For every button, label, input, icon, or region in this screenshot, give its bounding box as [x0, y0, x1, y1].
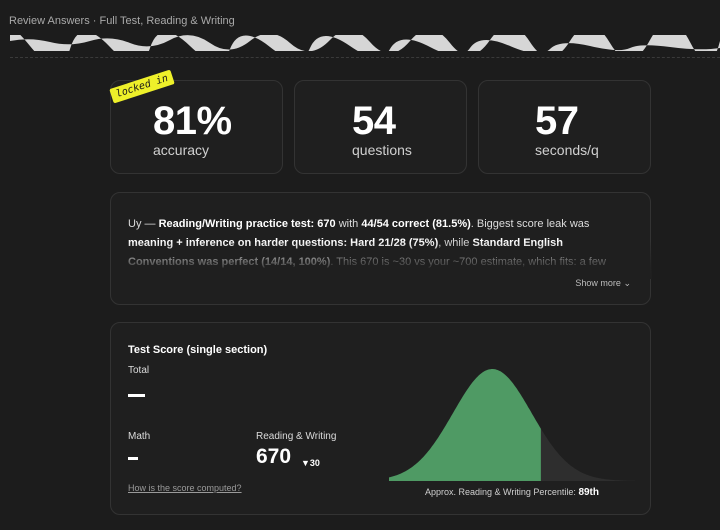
questions-label: questions — [352, 142, 412, 158]
summary-segment: Uy — — [128, 218, 159, 230]
percentile-value: 89th — [578, 487, 599, 498]
chevron-down-icon: ⌄ — [623, 278, 631, 288]
summary-card: Uy — Reading/Writing practice test: 670 … — [110, 192, 652, 305]
seconds-value: 57 — [535, 99, 579, 143]
total-label: Total — [128, 365, 150, 376]
summary-segment: 44/54 correct (81.5%) — [361, 218, 471, 230]
accuracy-value: 81% — [153, 99, 232, 143]
stat-card-questions: 54 questions — [294, 80, 467, 174]
rw-delta: ▼30 — [301, 458, 320, 468]
show-more-button[interactable]: Show more ⌄ — [575, 278, 631, 289]
summary-segment: Reading/Writing practice test: 670 — [158, 218, 336, 230]
percentile-caption: Approx. Reading & Writing Percentile: 89… — [425, 487, 599, 498]
questions-value: 54 — [352, 99, 396, 143]
top-bar: Review Answers · Full Test, Reading & Wr… — [0, 0, 720, 58]
math-empty-dash — [128, 457, 138, 460]
how-score-computed-link[interactable]: How is the score computed? — [128, 483, 242, 493]
summary-segment: . Biggest score leak was — [470, 218, 590, 230]
accuracy-label: accuracy — [153, 142, 210, 158]
math-label: Math — [128, 431, 151, 442]
rw-label: Reading & Writing — [256, 431, 337, 442]
total-empty-dash — [128, 394, 145, 397]
summary-segment: , while — [438, 237, 473, 249]
summary-segment: meaning + inference on harder questions:… — [128, 237, 439, 249]
percentile-curve — [389, 369, 635, 481]
header-divider — [10, 57, 720, 58]
show-more-label: Show more — [575, 278, 621, 288]
percentile-curve-rest — [540, 428, 635, 481]
summary-segment: was perfect (14/14, 100%) — [194, 256, 331, 268]
percentile-label: Approx. Reading & Writing Percentile: — [425, 487, 576, 497]
redacted-text — [10, 35, 720, 51]
summary-segment: with — [335, 218, 362, 230]
rw-score-value: 670 — [256, 445, 292, 468]
score-card: Test Score (single section) Total Math R… — [110, 322, 651, 515]
score-title: Test Score (single section) — [128, 344, 268, 356]
breadcrumb: Review Answers · Full Test, Reading & Wr… — [9, 15, 235, 27]
percentile-curve-fill — [389, 369, 541, 481]
stat-card-seconds: 57 seconds/q — [478, 80, 651, 174]
summary-text: Uy — Reading/Writing practice test: 670 … — [128, 215, 628, 273]
seconds-label: seconds/q — [535, 142, 599, 158]
